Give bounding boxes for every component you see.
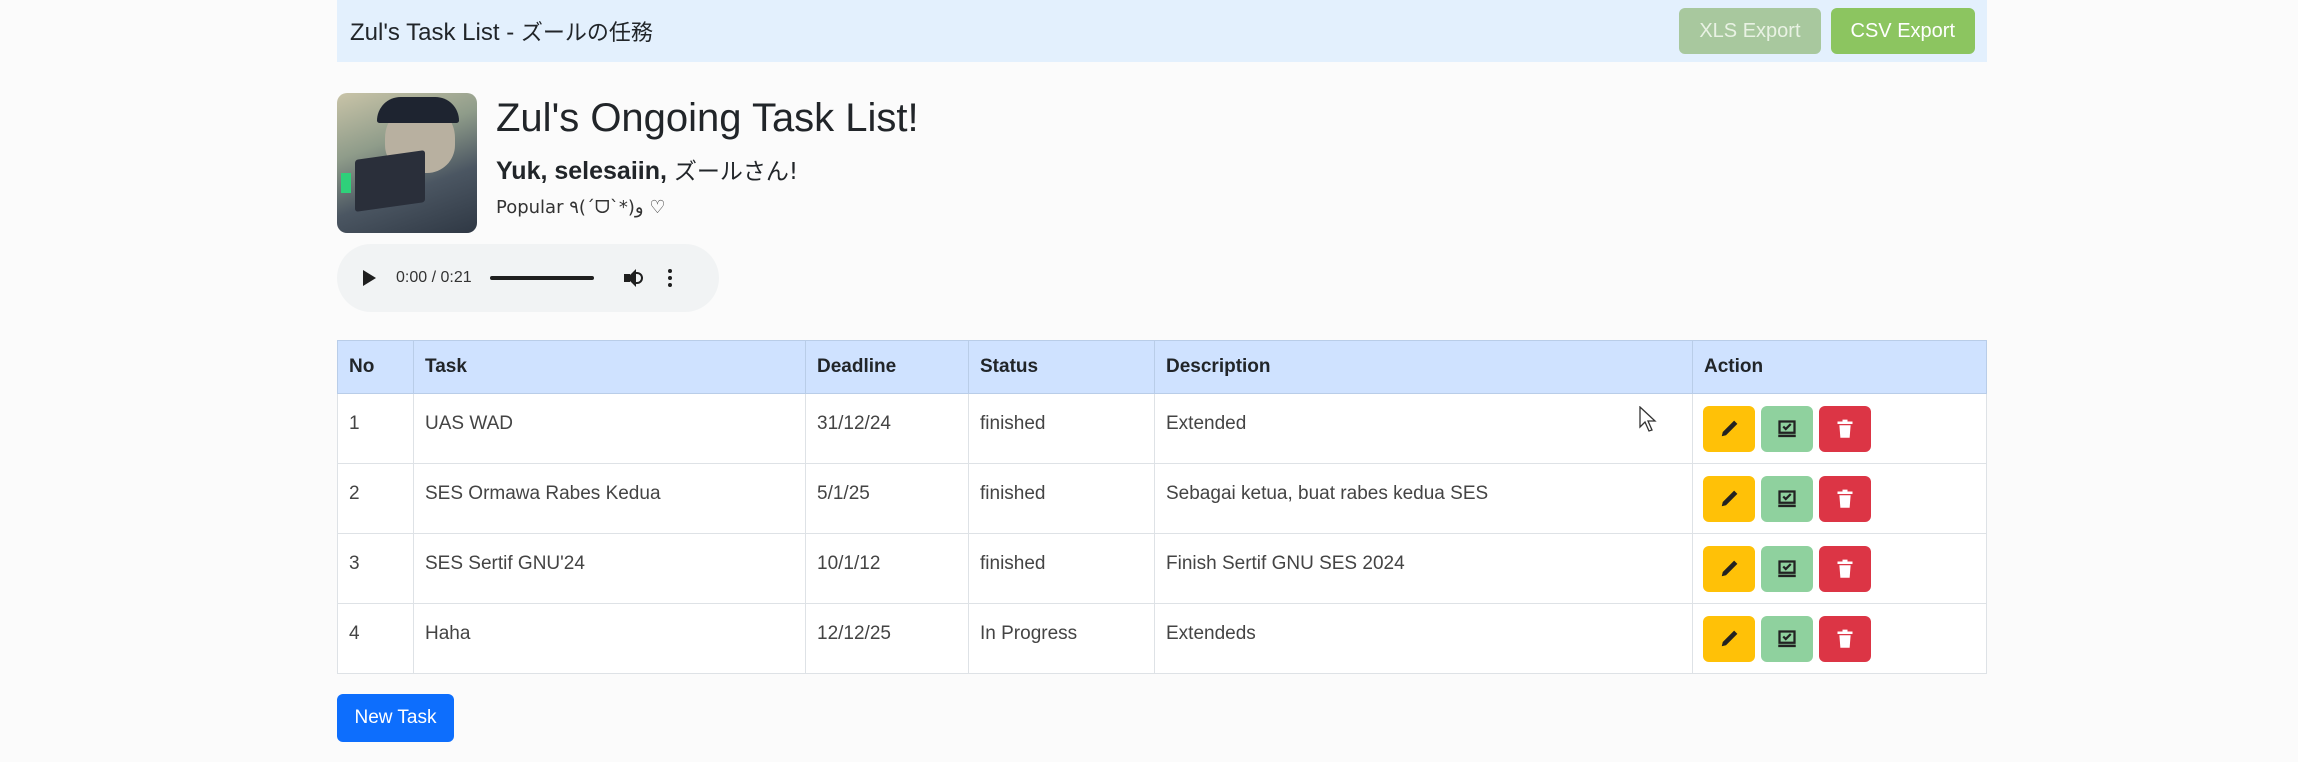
navbar-brand-jp: ズールの任務 [520,21,653,46]
check-box-icon [1778,420,1796,438]
cell-deadline: 31/12/24 [805,393,969,464]
complete-button[interactable] [1761,406,1813,452]
header-deadline: Deadline [805,340,969,394]
cell-action [1692,603,1987,674]
cell-task: Haha [413,603,806,674]
cell-description: Extended [1154,393,1693,464]
export-actions: XLS Export CSV Export [1679,8,1975,54]
cell-status: finished [968,393,1155,464]
task-table: No Task Deadline Status Description Acti… [337,340,1987,674]
mouse-cursor-icon [1639,406,1657,432]
avatar-laptop-shape [355,150,425,212]
cell-status: In Progress [968,603,1155,674]
table-row: 1 UAS WAD 31/12/24 finished Extended [337,393,1987,464]
volume-icon[interactable] [623,268,646,288]
new-task-button[interactable]: New Task [337,694,454,742]
csv-export-button[interactable]: CSV Export [1830,8,1975,54]
cell-no: 4 [337,603,414,674]
pencil-icon [1721,630,1738,647]
audio-seek-slider[interactable] [489,276,594,280]
header-no: No [337,340,414,394]
cell-deadline: 10/1/12 [805,533,969,604]
cell-no: 2 [337,463,414,534]
navbar-brand-text: Zul's Task List - [350,19,521,46]
audio-player: 0:00 / 0:21 [337,244,719,312]
cell-action [1692,463,1987,534]
check-box-icon [1778,490,1796,508]
cell-action [1692,533,1987,604]
page-subtitle: Yuk, selesaiin, ズールさん! [496,152,798,186]
cell-status: finished [968,533,1155,604]
table-row: 2 SES Ormawa Rabes Kedua 5/1/25 finished… [337,463,1987,534]
cell-task: SES Sertif GNU'24 [413,533,806,604]
page-container: Zul's Task List - ズールの任務 XLS Export CSV … [337,0,1987,762]
subtitle-jp: ズールさん! [673,159,799,185]
delete-button[interactable] [1819,476,1871,522]
cell-description: Finish Sertif GNU SES 2024 [1154,533,1693,604]
cell-description: Extendeds [1154,603,1693,674]
delete-button[interactable] [1819,616,1871,662]
play-icon[interactable] [363,270,376,286]
complete-button[interactable] [1761,476,1813,522]
cell-action [1692,393,1987,464]
cell-deadline: 5/1/25 [805,463,969,534]
header-status: Status [968,340,1155,394]
header-action: Action [1692,340,1987,394]
complete-button[interactable] [1761,546,1813,592]
cell-deadline: 12/12/25 [805,603,969,674]
check-box-icon [1778,560,1796,578]
cell-no: 1 [337,393,414,464]
edit-button[interactable] [1703,406,1755,452]
complete-button[interactable] [1761,616,1813,662]
profile-image [337,93,477,233]
avatar-screen-glow [341,173,351,193]
xls-export-button[interactable]: XLS Export [1679,8,1821,54]
cell-task: SES Ormawa Rabes Kedua [413,463,806,534]
edit-button[interactable] [1703,476,1755,522]
pencil-icon [1721,490,1738,507]
popular-caption: Popular ٩(ˊᗜˋ*)و ♡ [496,197,666,218]
cell-description: Sebagai ketua, buat rabes kedua SES [1154,463,1693,534]
table-row: 4 Haha 12/12/25 In Progress Extendeds [337,603,1987,674]
table-header-row: No Task Deadline Status Description Acti… [337,340,1987,394]
audio-time: 0:00 / 0:21 [396,269,472,286]
page-title: Zul's Ongoing Task List! [496,96,919,140]
navbar: Zul's Task List - ズールの任務 XLS Export CSV … [337,0,1987,62]
header-description: Description [1154,340,1693,394]
cell-no: 3 [337,533,414,604]
subtitle-text: Yuk, selesaiin, [496,157,674,185]
trash-icon [1837,629,1853,648]
delete-button[interactable] [1819,546,1871,592]
table-row: 3 SES Sertif GNU'24 10/1/12 finished Fin… [337,533,1987,604]
pencil-icon [1721,560,1738,577]
navbar-brand[interactable]: Zul's Task List - ズールの任務 [350,15,653,47]
edit-button[interactable] [1703,616,1755,662]
cell-task: UAS WAD [413,393,806,464]
cell-status: finished [968,463,1155,534]
edit-button[interactable] [1703,546,1755,592]
trash-icon [1837,419,1853,438]
more-options-icon[interactable] [667,269,672,287]
trash-icon [1837,489,1853,508]
check-box-icon [1778,630,1796,648]
header-task: Task [413,340,806,394]
avatar-hat-shape [377,97,459,123]
trash-icon [1837,559,1853,578]
pencil-icon [1721,420,1738,437]
delete-button[interactable] [1819,406,1871,452]
